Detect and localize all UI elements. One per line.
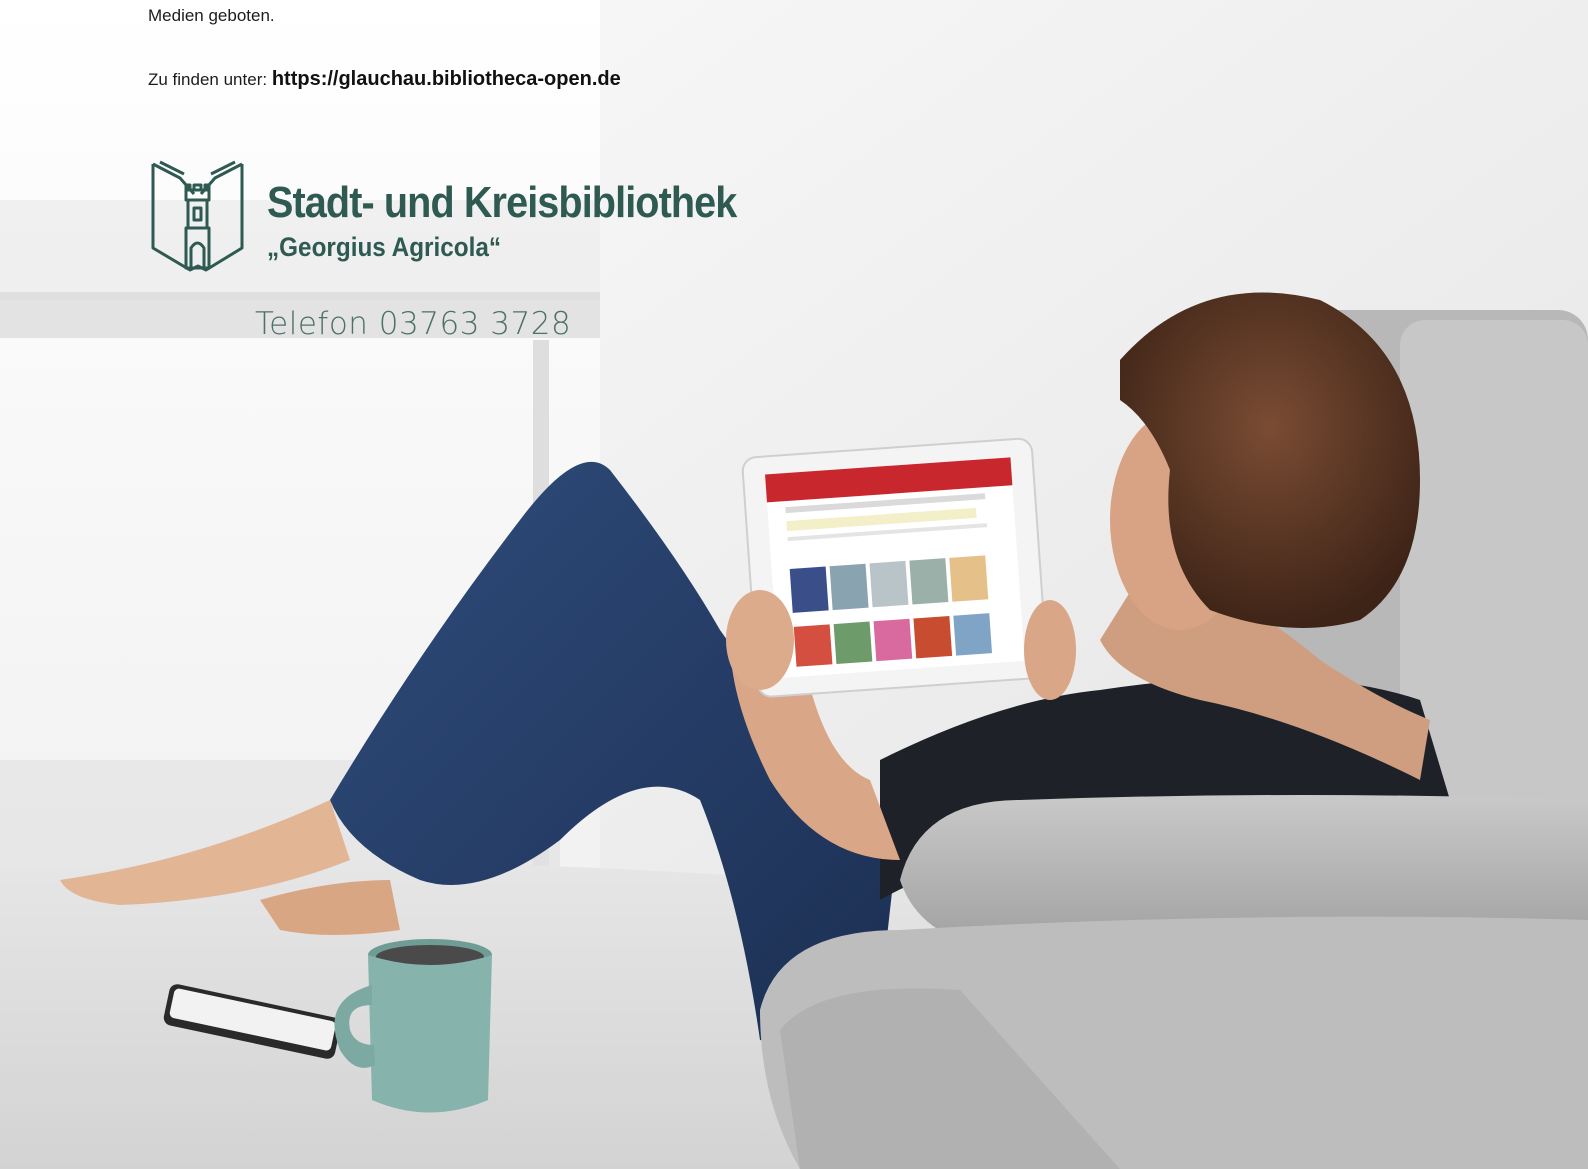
- library-name: Stadt- und Kreisbibliothek: [267, 178, 737, 227]
- find-line: Zu finden unter: https://glauchau.biblio…: [148, 68, 621, 91]
- book-tower-icon: [151, 160, 244, 272]
- phone-number: Telefon 03763 3728: [255, 306, 572, 342]
- library-subtitle: „Georgius Agricola“: [267, 232, 502, 262]
- find-prefix: Zu finden unter:: [148, 70, 272, 89]
- intro-text-tail: Medien geboten.: [148, 6, 275, 25]
- opac-link[interactable]: https://glauchau.bibliotheca-open.de: [272, 68, 621, 90]
